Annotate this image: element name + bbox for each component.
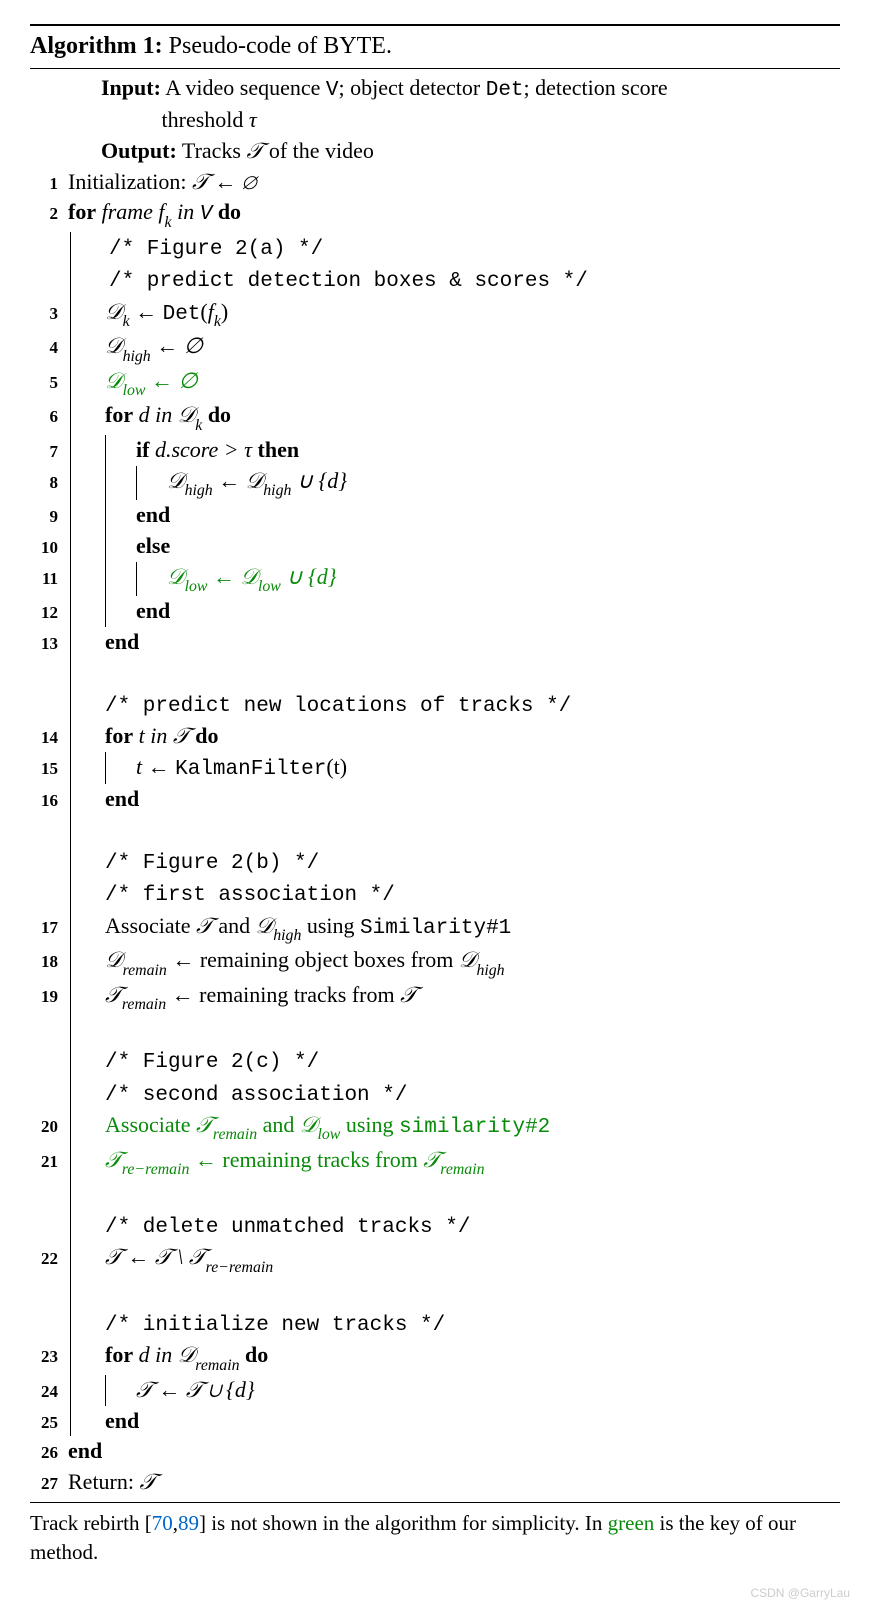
line-13: 13 end [30,627,840,658]
comment-fig2a: /* Figure 2(a) */ [71,232,840,264]
line-11: 11 𝒟low ← 𝒟low ∪ {d} [30,562,840,597]
blank-4 [30,1179,840,1210]
algorithm-title: Algorithm 1: Pseudo-code of BYTE. [30,30,840,64]
ln-26: 26 [30,1441,68,1465]
comment-delete: /* delete unmatched tracks */ [30,1210,840,1242]
algorithm-body: Input: A video sequence V; object detect… [30,73,840,1498]
line-8: 8 𝒟high ← 𝒟high ∪ {d} [30,466,840,501]
line-12: 12 end [30,596,840,627]
line-21: 21 𝒯re−remain ← remaining tracks from 𝒯r… [30,1145,840,1180]
line-10: 10 else [30,531,840,562]
comment-first-assoc: /* first association */ [30,878,840,910]
comment-fig2b: /* Figure 2(b) */ [30,846,840,878]
line-14: 14 for t in 𝒯 do [30,721,840,752]
line-15: 15 t ← KalmanFilter(t) [30,752,840,784]
comment-predict-boxes: /* predict detection boxes & scores */ [71,264,840,296]
top-rule [30,24,840,26]
ln-14: 14 [30,726,68,750]
line-18: 18 𝒟remain ← remaining object boxes from… [30,945,840,980]
ln-22: 22 [30,1247,68,1271]
bottom-rule [30,1502,840,1503]
line-7: 7 if d.score > τ then [30,435,840,466]
line-23: 23 for d in 𝒟remain do [30,1340,840,1375]
line-20: 20 Associate 𝒯remain and 𝒟low using simi… [30,1110,840,1145]
ln-8: 8 [30,471,68,495]
footer-note: Track rebirth [70,89] is not shown in th… [30,1509,840,1568]
output-label: Output: [101,138,177,163]
input-label: Input: [101,75,161,100]
ln-10: 10 [30,536,68,560]
input-line-2: threshold τ [30,105,840,136]
comment-init: /* initialize new tracks */ [30,1308,840,1340]
citation-89[interactable]: 89 [178,1511,199,1535]
line-24: 24 𝒯 ← 𝒯 ∪ {d} [30,1375,840,1406]
line-26: 26 end [30,1436,840,1467]
ln-16: 16 [30,789,68,813]
ln-3: 3 [30,302,68,326]
line-17: 17 Associate 𝒯 and 𝒟high using Similarit… [30,911,840,946]
line-25: 25 end [30,1406,840,1437]
line-3: 3 𝒟k ← Det(fk) [30,297,840,332]
ln-5: 5 [30,371,68,395]
ln-25: 25 [30,1411,68,1435]
blank-5 [30,1277,840,1308]
comment-fig2c: /* Figure 2(c) */ [30,1045,840,1077]
title-text: Pseudo-code of BYTE. [163,33,392,59]
blank-1 [30,658,840,689]
line-5: 5 𝒟low ← ∅ [30,366,840,401]
ln-7: 7 [30,440,68,464]
green-word: green [608,1511,655,1535]
ln-6: 6 [30,405,68,429]
ln-27: 27 [30,1472,68,1496]
line-9: 9 end [30,500,840,531]
title-rule [30,68,840,69]
line-1: 1 Initialization: 𝒯 ← ∅ [30,167,840,198]
line-16: 16 end [30,784,840,815]
comment-predict-loc: /* predict new locations of tracks */ [30,689,840,721]
ln-13: 13 [30,632,68,656]
comment-second-assoc: /* second association */ [30,1078,840,1110]
ln-15: 15 [30,757,68,781]
ln-4: 4 [30,336,68,360]
watermark: CSDN @GarryLau [750,1585,850,1602]
ln-18: 18 [30,950,68,974]
line-22: 22 𝒯 ← 𝒯 \ 𝒯re−remain [30,1242,840,1277]
ln-21: 21 [30,1150,68,1174]
ln-20: 20 [30,1115,68,1139]
input-line: Input: A video sequence V; object detect… [30,73,840,105]
ln-2: 2 [30,202,68,226]
ln-1: 1 [30,172,68,196]
line-19: 19 𝒯remain ← remaining tracks from 𝒯 [30,980,840,1015]
output-line: Output: Tracks 𝒯 of the video [30,136,840,167]
ln-11: 11 [30,567,68,591]
ln-12: 12 [30,601,68,625]
line-27: 27 Return: 𝒯 [30,1467,840,1498]
ln-9: 9 [30,505,68,529]
blank-3 [30,1015,840,1046]
line-2: 2 for frame fk in V do [30,197,840,232]
title-prefix: Algorithm 1: [30,33,163,59]
ln-17: 17 [30,916,68,940]
blank-2 [30,815,840,846]
line-4: 4 𝒟high ← ∅ [30,331,840,366]
ln-19: 19 [30,985,68,1009]
ln-24: 24 [30,1380,68,1404]
citation-70[interactable]: 70 [152,1511,173,1535]
ln-23: 23 [30,1345,68,1369]
line-6: 6 for d in 𝒟k do [30,400,840,435]
